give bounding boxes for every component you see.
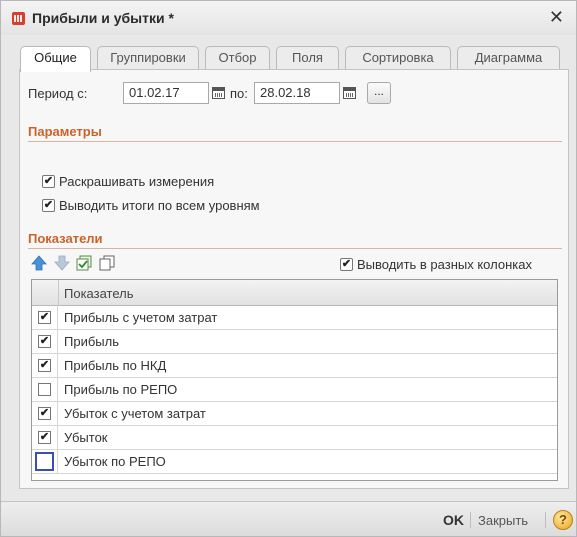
report-settings-window: Прибыли и убытки * ✕ Общие Группировки О… bbox=[0, 0, 577, 537]
table-row[interactable]: ✔ Убыток с учетом затрат bbox=[32, 402, 557, 426]
table-row[interactable]: Прибыль по РЕПО bbox=[32, 378, 557, 402]
section-divider bbox=[28, 248, 562, 249]
copy-icon[interactable] bbox=[99, 255, 115, 271]
row-label: Прибыль по РЕПО bbox=[64, 382, 178, 397]
color-dims-label: Раскрашивать измерения bbox=[59, 174, 215, 189]
totals-all-levels-label: Выводить итоги по всем уровням bbox=[59, 198, 260, 213]
separate-columns-label: Выводить в разных колонках bbox=[357, 257, 532, 272]
tab-groupings[interactable]: Группировки bbox=[97, 46, 199, 70]
select-period-button[interactable]: ... bbox=[367, 82, 391, 104]
calendar-icon[interactable] bbox=[212, 87, 225, 99]
row-label: Убыток с учетом затрат bbox=[64, 406, 206, 421]
params-section-title: Параметры bbox=[28, 124, 102, 139]
row-checkbox[interactable] bbox=[38, 383, 51, 396]
table-row[interactable]: ✔ Прибыль по НКД bbox=[32, 354, 557, 378]
close-button[interactable]: Закрыть bbox=[478, 513, 528, 528]
tab-sorting[interactable]: Сортировка bbox=[345, 46, 451, 70]
tab-filter[interactable]: Отбор bbox=[205, 46, 270, 70]
row-checkbox[interactable]: ✔ bbox=[38, 407, 51, 420]
checkbox-cell: ✔ bbox=[32, 306, 58, 329]
period-to-field[interactable]: 28.02.18 bbox=[254, 82, 340, 104]
period-from-label: Период с: bbox=[28, 86, 88, 101]
tab-general[interactable]: Общие bbox=[20, 46, 91, 72]
row-checkbox[interactable]: ✔ bbox=[38, 335, 51, 348]
period-to-label: по: bbox=[230, 86, 248, 101]
help-icon[interactable]: ? bbox=[553, 510, 573, 530]
checkbox-cell: ✔ bbox=[32, 354, 58, 377]
row-label: Прибыль bbox=[64, 334, 119, 349]
row-checkbox[interactable]: ✔ bbox=[38, 431, 51, 444]
table-row[interactable]: Убыток по РЕПО bbox=[32, 450, 557, 474]
window-title: Прибыли и убытки * bbox=[32, 10, 174, 26]
row-checkbox[interactable]: ✔ bbox=[38, 311, 51, 324]
arrow-down-icon[interactable] bbox=[54, 255, 70, 271]
period-from-field[interactable]: 01.02.17 bbox=[123, 82, 209, 104]
table-row[interactable]: ✔ Прибыль bbox=[32, 330, 557, 354]
ok-button[interactable]: OK bbox=[443, 512, 464, 528]
checkbox-cell bbox=[32, 378, 58, 401]
checkbox-cell: ✔ bbox=[32, 330, 58, 353]
column-divider bbox=[58, 280, 59, 306]
row-label: Убыток по РЕПО bbox=[64, 454, 166, 469]
tab-fields[interactable]: Поля bbox=[276, 46, 339, 70]
row-checkbox[interactable] bbox=[35, 452, 54, 471]
row-label: Прибыль по НКД bbox=[64, 358, 167, 373]
close-icon[interactable]: ✕ bbox=[549, 8, 564, 26]
color-dims-checkbox[interactable]: ✔ bbox=[42, 175, 55, 188]
indicators-table: Показатель ✔ Прибыль с учетом затрат ✔ П… bbox=[31, 279, 558, 481]
section-divider bbox=[28, 141, 562, 142]
chart-icon bbox=[12, 12, 25, 25]
indicators-section-title: Показатели bbox=[28, 231, 103, 246]
arrow-up-icon[interactable] bbox=[31, 255, 47, 271]
checkbox-cell: ✔ bbox=[32, 402, 58, 425]
checkbox-cell: ✔ bbox=[32, 426, 58, 449]
tab-chart[interactable]: Диаграмма bbox=[457, 46, 560, 70]
column-header-indicator: Показатель bbox=[64, 286, 134, 301]
totals-all-levels-checkbox[interactable]: ✔ bbox=[42, 199, 55, 212]
footer-divider bbox=[545, 512, 546, 528]
table-header: Показатель bbox=[32, 280, 557, 306]
dialog-footer: OK Закрыть ? bbox=[1, 501, 576, 536]
separate-columns-checkbox[interactable]: ✔ bbox=[340, 258, 353, 271]
tab-content-general: Период с: 01.02.17 по: 28.02.18 ... Пара… bbox=[19, 69, 569, 489]
table-row[interactable]: ✔ Убыток bbox=[32, 426, 557, 450]
footer-divider bbox=[470, 512, 471, 528]
title-bar: Прибыли и убытки * ✕ bbox=[1, 1, 576, 35]
table-row[interactable]: ✔ Прибыль с учетом затрат bbox=[32, 306, 557, 330]
checkbox-cell bbox=[32, 450, 58, 473]
row-label: Прибыль с учетом затрат bbox=[64, 310, 218, 325]
row-label: Убыток bbox=[64, 430, 108, 445]
calendar-icon[interactable] bbox=[343, 87, 356, 99]
check-all-icon[interactable] bbox=[76, 255, 92, 271]
row-checkbox[interactable]: ✔ bbox=[38, 359, 51, 372]
